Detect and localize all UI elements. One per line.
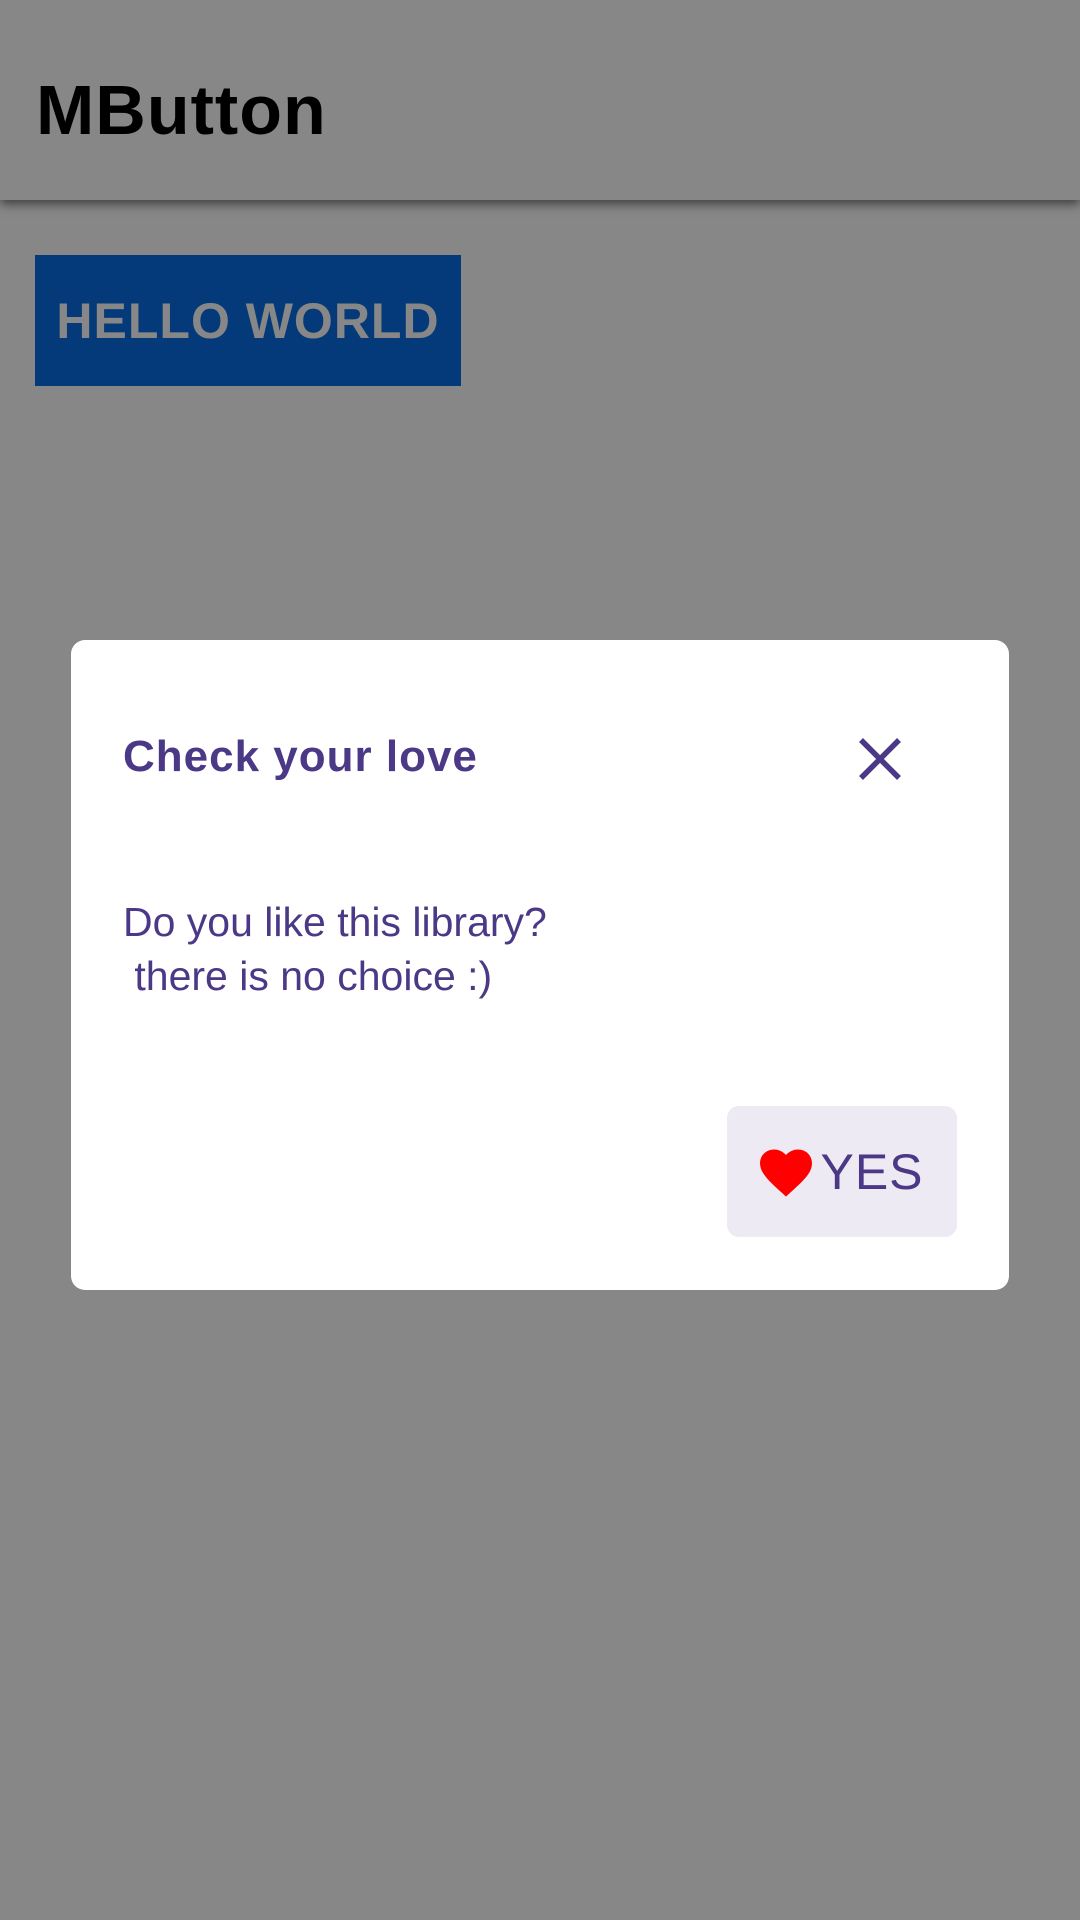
screen: MButton HELLO WORLD Check your love Do y… (0, 0, 1080, 1920)
dialog-message: Do you like this library? there is no ch… (123, 895, 547, 1003)
heart-icon (760, 1148, 813, 1197)
dialog-message-line-1: Do you like this library? (123, 899, 547, 945)
yes-button-label: YES (820, 1143, 924, 1200)
yes-button[interactable]: YES (727, 1106, 957, 1237)
dialog: Check your love Do you like this library… (71, 640, 1009, 1290)
close-button[interactable] (851, 730, 909, 788)
close-icon (859, 738, 901, 780)
dialog-message-line-2: there is no choice :) (123, 953, 493, 999)
dialog-title: Check your love (123, 732, 478, 781)
